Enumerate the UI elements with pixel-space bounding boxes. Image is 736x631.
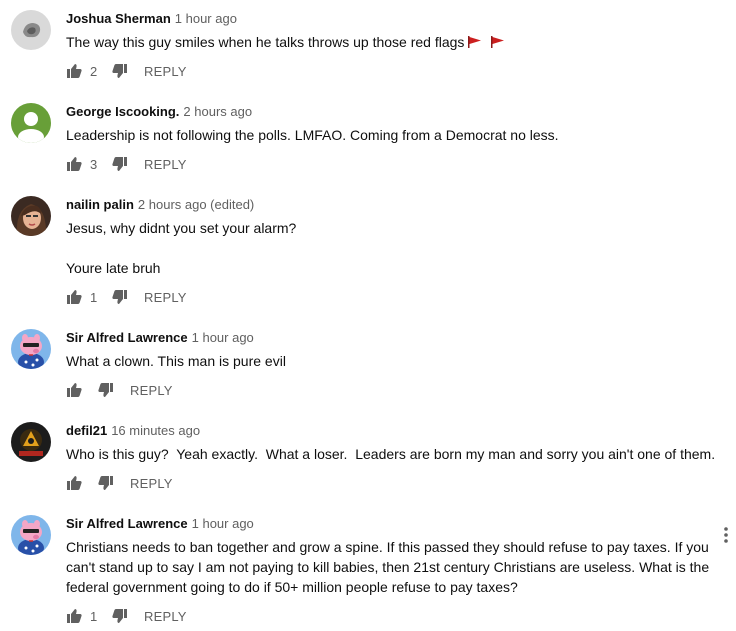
comment-author[interactable]: Joshua Sherman xyxy=(66,11,171,26)
reply-button[interactable]: REPLY xyxy=(144,609,187,624)
comment-header: George Iscooking. 2 hours ago xyxy=(66,103,252,121)
thumbs-down-icon[interactable] xyxy=(112,63,128,79)
thumbs-down-icon[interactable] xyxy=(112,289,128,305)
comment-actions: 1 REPLY xyxy=(66,606,187,626)
comment-timestamp[interactable]: 2 hours ago xyxy=(183,104,252,119)
comment-actions: 3 REPLY xyxy=(66,154,187,174)
avatar[interactable] xyxy=(11,10,51,50)
comment-text: Leadership is not following the polls. L… xyxy=(66,125,716,145)
thumbs-down-icon[interactable] xyxy=(112,608,128,624)
thumbs-up-icon[interactable] xyxy=(66,63,82,79)
thumbs-up-icon[interactable] xyxy=(66,156,82,172)
comment-header: Sir Alfred Lawrence 1 hour ago xyxy=(66,515,254,533)
comment-timestamp[interactable]: 1 hour ago xyxy=(192,516,254,531)
red-flag-emoji xyxy=(491,33,505,53)
comment-text: Jesus, why didnt you set your alarm? You… xyxy=(66,218,716,278)
comment-timestamp[interactable]: 1 hour ago xyxy=(192,330,254,345)
thumbs-down-icon[interactable] xyxy=(98,475,114,491)
comment-text-line: Youre late bruh xyxy=(66,260,161,276)
comment-text: What a clown. This man is pure evil xyxy=(66,351,716,371)
comment-text-line: The way this guy smiles when he talks th… xyxy=(66,34,465,50)
comment-text-line: Leadership is not following the polls. L… xyxy=(66,127,559,143)
reply-button[interactable]: REPLY xyxy=(130,383,173,398)
comment-author[interactable]: George Iscooking. xyxy=(66,104,179,119)
thumbs-down-icon[interactable] xyxy=(112,156,128,172)
comment-header: Sir Alfred Lawrence 1 hour ago xyxy=(66,329,254,347)
reply-button[interactable]: REPLY xyxy=(144,64,187,79)
avatar[interactable] xyxy=(11,196,51,236)
like-count: 1 xyxy=(90,608,98,624)
comment-author[interactable]: nailin palin xyxy=(66,197,134,212)
comment-timestamp[interactable]: 2 hours ago (edited) xyxy=(138,197,254,212)
comment-text-line: Christians needs to ban together and gro… xyxy=(66,539,710,595)
comment-text: Who is this guy? Yeah exactly. What a lo… xyxy=(66,444,716,464)
comment-text-line: What a clown. This man is pure evil xyxy=(66,353,286,369)
comment-text-line: Who is this guy? Yeah exactly. What a lo… xyxy=(66,446,716,462)
comment-timestamp[interactable]: 1 hour ago xyxy=(175,11,237,26)
comment-text: Christians needs to ban together and gro… xyxy=(66,537,716,597)
more-options-icon[interactable] xyxy=(720,525,732,545)
avatar[interactable] xyxy=(11,329,51,369)
like-count: 2 xyxy=(90,63,98,79)
comment-actions: REPLY xyxy=(66,380,173,400)
reply-button[interactable]: REPLY xyxy=(144,157,187,172)
red-flag-emoji xyxy=(468,33,482,53)
comment-author[interactable]: Sir Alfred Lawrence xyxy=(66,516,188,531)
comment-header: Joshua Sherman 1 hour ago xyxy=(66,10,237,28)
thumbs-up-icon[interactable] xyxy=(66,289,82,305)
avatar[interactable] xyxy=(11,103,51,143)
comment-text-line: Jesus, why didnt you set your alarm? xyxy=(66,220,297,236)
avatar[interactable] xyxy=(11,515,51,555)
comment-actions: 2 REPLY xyxy=(66,61,187,81)
comment-author[interactable]: Sir Alfred Lawrence xyxy=(66,330,188,345)
reply-button[interactable]: REPLY xyxy=(130,476,173,491)
thumbs-up-icon[interactable] xyxy=(66,475,82,491)
avatar[interactable] xyxy=(11,422,51,462)
thumbs-up-icon[interactable] xyxy=(66,608,82,624)
comment-actions: 1 REPLY xyxy=(66,287,187,307)
thumbs-down-icon[interactable] xyxy=(98,382,114,398)
comment-text: The way this guy smiles when he talks th… xyxy=(66,32,716,53)
comment-author[interactable]: defil21 xyxy=(66,423,107,438)
like-count: 3 xyxy=(90,156,98,172)
like-count: 1 xyxy=(90,289,98,305)
comment-timestamp[interactable]: 16 minutes ago xyxy=(111,423,200,438)
comment-header: defil21 16 minutes ago xyxy=(66,422,200,440)
reply-button[interactable]: REPLY xyxy=(144,290,187,305)
thumbs-up-icon[interactable] xyxy=(66,382,82,398)
comment-actions: REPLY xyxy=(66,473,173,493)
comment-header: nailin palin 2 hours ago (edited) xyxy=(66,196,254,214)
